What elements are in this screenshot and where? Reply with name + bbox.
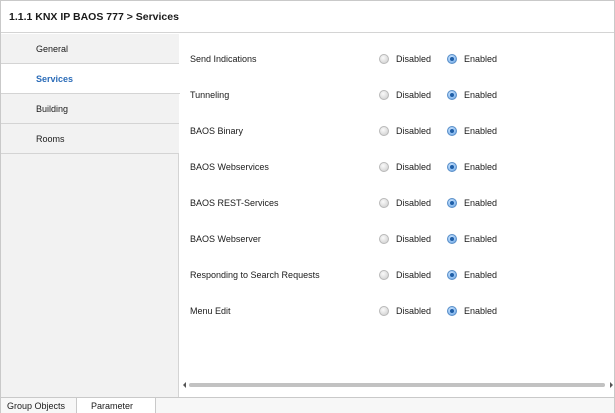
disabled-radio-option[interactable]: Disabled [379, 52, 439, 66]
radio-selected-icon[interactable] [447, 162, 457, 172]
option-label: Enabled [464, 126, 498, 136]
tab-parameter[interactable]: Parameter [76, 398, 156, 413]
tab-label: Parameter [91, 401, 134, 411]
sidebar-item-general[interactable]: General [1, 34, 179, 64]
tab-label: Group Objects [7, 401, 66, 411]
horizontal-scrollbar[interactable] [180, 379, 614, 391]
bottom-tab-bar: Group Objects Parameter [1, 397, 614, 413]
enabled-radio-option[interactable]: Enabled [447, 304, 507, 318]
sidebar-item-rooms[interactable]: Rooms [1, 124, 179, 154]
tab-group-objects[interactable]: Group Objects [1, 398, 76, 413]
option-label: Disabled [396, 270, 432, 280]
scroll-left-arrow-icon[interactable] [183, 382, 186, 388]
option-label: Disabled [396, 198, 432, 208]
option-label: Enabled [464, 234, 498, 244]
option-label: Disabled [396, 126, 432, 136]
option-label: Disabled [396, 54, 432, 64]
radio-selected-icon[interactable] [447, 126, 457, 136]
disabled-radio-option[interactable]: Disabled [379, 124, 439, 138]
option-label: Disabled [396, 90, 432, 100]
enabled-radio-option[interactable]: Enabled [447, 124, 507, 138]
parameter-row-send-indications: Send Indications Disabled Enabled [180, 49, 614, 69]
sidebar: General Services Building Rooms [1, 34, 180, 397]
parameter-label: Menu Edit [190, 306, 231, 316]
sidebar-item-label: Building [36, 104, 69, 114]
radio-unselected-icon[interactable] [379, 234, 389, 244]
parameter-window: 1.1.1 KNX IP BAOS 777 > Services General… [0, 0, 615, 413]
parameter-row-tunneling: Tunneling Disabled Enabled [180, 85, 614, 105]
sidebar-item-building[interactable]: Building [1, 94, 179, 124]
radio-unselected-icon[interactable] [379, 306, 389, 316]
radio-unselected-icon[interactable] [379, 54, 389, 64]
disabled-radio-option[interactable]: Disabled [379, 196, 439, 210]
sidebar-item-label: Rooms [36, 134, 65, 144]
option-label: Enabled [464, 198, 498, 208]
sidebar-item-label: Services [36, 74, 74, 84]
parameter-label: BAOS Binary [190, 126, 244, 136]
option-label: Enabled [464, 306, 498, 316]
radio-unselected-icon[interactable] [379, 90, 389, 100]
parameter-label: Tunneling [190, 90, 230, 100]
title-bar: 1.1.1 KNX IP BAOS 777 > Services [1, 1, 614, 33]
radio-selected-icon[interactable] [447, 270, 457, 280]
enabled-radio-option[interactable]: Enabled [447, 268, 507, 282]
disabled-radio-option[interactable]: Disabled [379, 304, 439, 318]
window-title: 1.1.1 KNX IP BAOS 777 > Services [9, 11, 179, 23]
option-label: Enabled [464, 162, 498, 172]
parameter-row-responding-to-search-requests: Responding to Search Requests Disabled E… [180, 265, 614, 285]
disabled-radio-option[interactable]: Disabled [379, 88, 439, 102]
scroll-right-arrow-icon[interactable] [610, 382, 613, 388]
parameter-label: BAOS Webservices [190, 162, 269, 172]
parameter-row-baos-binary: BAOS Binary Disabled Enabled [180, 121, 614, 141]
parameter-label: Send Indications [190, 54, 257, 64]
services-panel: Send Indications Disabled Enabled Tunnel… [180, 34, 614, 397]
disabled-radio-option[interactable]: Disabled [379, 268, 439, 282]
radio-selected-icon[interactable] [447, 198, 457, 208]
parameter-label: Responding to Search Requests [190, 270, 320, 280]
parameter-row-baos-webserver: BAOS Webserver Disabled Enabled [180, 229, 614, 249]
disabled-radio-option[interactable]: Disabled [379, 232, 439, 246]
sidebar-item-label: General [36, 44, 69, 54]
parameter-label: BAOS REST-Services [190, 198, 279, 208]
radio-unselected-icon[interactable] [379, 198, 389, 208]
radio-selected-icon[interactable] [447, 306, 457, 316]
parameter-row-baos-rest-services: BAOS REST-Services Disabled Enabled [180, 193, 614, 213]
parameter-row-baos-webservices: BAOS Webservices Disabled Enabled [180, 157, 614, 177]
radio-unselected-icon[interactable] [379, 126, 389, 136]
scrollbar-thumb[interactable] [189, 383, 605, 387]
sidebar-item-services[interactable]: Services [1, 64, 180, 94]
option-label: Disabled [396, 234, 432, 244]
option-label: Enabled [464, 54, 498, 64]
enabled-radio-option[interactable]: Enabled [447, 196, 507, 210]
parameter-row-menu-edit: Menu Edit Disabled Enabled [180, 301, 614, 321]
option-label: Enabled [464, 270, 498, 280]
enabled-radio-option[interactable]: Enabled [447, 88, 507, 102]
enabled-radio-option[interactable]: Enabled [447, 160, 507, 174]
radio-selected-icon[interactable] [447, 54, 457, 64]
option-label: Enabled [464, 90, 498, 100]
radio-selected-icon[interactable] [447, 90, 457, 100]
disabled-radio-option[interactable]: Disabled [379, 160, 439, 174]
enabled-radio-option[interactable]: Enabled [447, 52, 507, 66]
radio-unselected-icon[interactable] [379, 162, 389, 172]
option-label: Disabled [396, 162, 432, 172]
radio-unselected-icon[interactable] [379, 270, 389, 280]
option-label: Disabled [396, 306, 432, 316]
parameter-label: BAOS Webserver [190, 234, 261, 244]
radio-selected-icon[interactable] [447, 234, 457, 244]
enabled-radio-option[interactable]: Enabled [447, 232, 507, 246]
